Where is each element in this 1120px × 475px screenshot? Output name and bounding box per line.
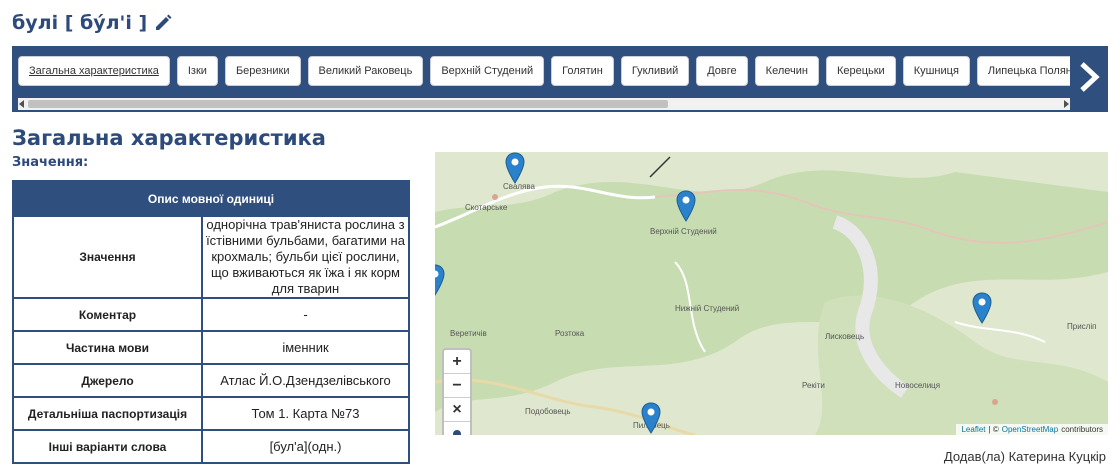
row-key: Джерело [12,363,203,398]
word-title: булі [ бýл'і ] [12,12,173,34]
dialect-map[interactable]: Свалява Скотарське Верхній Студений Нижн… [435,152,1108,435]
tab-village[interactable]: Керецьки [825,56,896,86]
tab-general[interactable]: Загальна характеристика [18,56,170,86]
tab-village[interactable]: Великий Раковець [307,56,424,86]
table-row: Інші варіанти слова [бул'а](одн.) [12,429,410,464]
value-label: Значення: [12,155,89,170]
tabs-scrollbar[interactable] [18,98,1070,110]
table-row: Коментар - [12,297,410,332]
tab-village[interactable]: Кушниця [902,56,970,86]
attribution-contributors: contributors [1061,425,1103,434]
word-title-text: булі [ бýл'і ] [12,12,148,34]
tab-village[interactable]: Келечин [754,56,819,86]
map-label: Подобовець [525,407,571,416]
tab-village[interactable]: Довге [696,56,748,86]
row-key: Детальніша паспортизація [12,396,203,431]
zoom-out-button[interactable]: − [444,374,470,398]
village-tabs-bar: Загальна характеристика Ізки Березники В… [12,46,1108,112]
map-marker-icon[interactable] [676,190,696,222]
map-label: Розтока [555,329,585,338]
pencil-edit-icon[interactable] [153,13,173,33]
table-row: Детальніша паспортизація Том 1. Карта №7… [12,396,410,431]
map-attribution: Leaflet | © OpenStreetMap contributors [956,424,1108,435]
tab-village[interactable]: Липецька Поляна [976,56,1070,86]
scrollbar-thumb[interactable] [28,100,668,108]
table-header: Опис мовної одиниці [12,180,410,217]
tab-village[interactable]: Гукливий [620,56,690,86]
row-key: Значення [12,215,203,299]
map-label: Верхній Студений [650,227,717,236]
chevron-right-icon[interactable] [1076,60,1102,94]
table-row: Джерело Атлас Й.О.Дзендзелівського [12,363,410,398]
tab-village[interactable]: Ізки [176,56,218,86]
row-key: Частина мови [12,330,203,365]
row-value: однорічна трав'янистa рослина з їстівним… [201,215,410,299]
map-label: Веретичів [450,329,487,338]
zoom-in-button[interactable]: + [444,350,470,374]
map-zoom-control: + − × [442,348,472,435]
tab-village[interactable]: Верхній Студений [430,56,545,86]
tab-village[interactable]: Березники [224,56,301,86]
row-value: Том 1. Карта №73 [201,396,410,431]
map-label: Лисковець [825,332,865,341]
row-value: [бул'а](одн.) [201,429,410,464]
section-title: Загальна характеристика [12,126,326,150]
map-marker-icon[interactable] [505,152,525,184]
scroll-right-arrow-icon[interactable] [1064,100,1069,108]
osm-link[interactable]: OpenStreetMap [1002,425,1058,434]
map-close-button[interactable]: × [444,398,470,422]
description-table: Опис мовної одиниці Значення однорічна т… [12,180,410,464]
attribution-separator: | © [988,425,999,434]
circle-dot-icon [453,430,461,435]
map-marker-icon[interactable] [435,264,445,296]
map-marker-icon[interactable] [641,402,661,434]
row-key: Коментар [12,297,203,332]
row-value: - [201,297,410,332]
map-label: Скотарське [465,203,508,212]
map-label: Нижній Студений [675,304,740,313]
map-label: Рекіти [802,381,825,390]
author-credit: Додав(ла) Катерина Куцкір [943,449,1106,464]
table-row: Частина мови іменник [12,330,410,365]
tab-village[interactable]: Голятин [551,56,614,86]
map-label: Присліп [1067,322,1097,331]
map-label: Новоселиця [895,381,941,390]
map-marker-icon[interactable] [972,292,992,324]
map-terrain [435,152,1108,435]
locate-button[interactable] [444,422,470,435]
row-value: іменник [201,330,410,365]
row-key: Інші варіанти слова [12,429,203,464]
leaflet-link[interactable]: Leaflet [961,425,985,434]
village-tabs: Загальна характеристика Ізки Березники В… [18,56,1070,86]
row-value: Атлас Й.О.Дзендзелівського [201,363,410,398]
scroll-left-arrow-icon[interactable] [19,100,24,108]
table-row: Значення однорічна трав'янистa рослина з… [12,215,410,299]
